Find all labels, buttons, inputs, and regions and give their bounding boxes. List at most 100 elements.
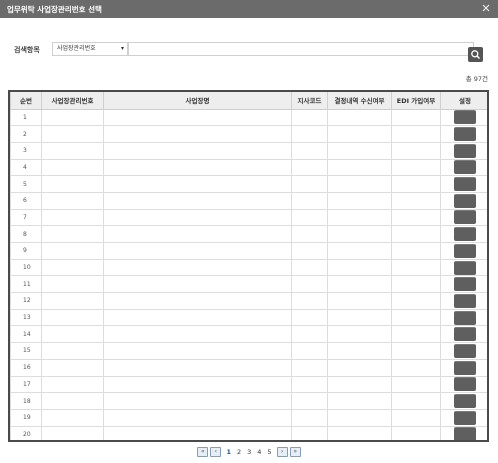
- table-row[interactable]: 5: [10, 175, 487, 193]
- row-setting-button[interactable]: [454, 260, 476, 275]
- cell-result-receive: [327, 225, 392, 243]
- page-number[interactable]: 5: [267, 448, 271, 456]
- next-page-button[interactable]: ›: [276, 447, 288, 457]
- last-page-button[interactable]: »: [289, 447, 301, 457]
- page-number[interactable]: 2: [237, 448, 241, 456]
- cell-edi-join: [391, 242, 441, 260]
- table-row[interactable]: 8: [10, 225, 487, 243]
- cell-result-receive: [327, 275, 392, 294]
- row-setting-button[interactable]: [454, 410, 476, 425]
- table-row[interactable]: 2: [10, 125, 487, 143]
- table-row[interactable]: 9: [10, 242, 487, 260]
- row-setting-button[interactable]: [454, 193, 476, 208]
- col-header-mgmt-no: 사업장관리번호: [41, 92, 104, 110]
- table-row[interactable]: 17: [10, 375, 487, 394]
- cell-branch-code: [291, 308, 328, 327]
- row-setting-button[interactable]: [454, 143, 476, 158]
- table-row[interactable]: 7: [10, 208, 487, 227]
- cell-mgmt-no: [41, 141, 104, 160]
- close-icon[interactable]: [480, 2, 492, 14]
- cell-setting: [440, 292, 487, 310]
- table-row[interactable]: 20: [10, 425, 487, 440]
- row-setting-button[interactable]: [454, 343, 476, 358]
- row-setting-button[interactable]: [454, 293, 476, 308]
- col-header-branch-code: 지사코드: [291, 92, 328, 110]
- col-header-biz-name: 사업장명: [103, 92, 292, 110]
- cell-setting: [440, 258, 487, 277]
- row-setting-button[interactable]: [454, 243, 476, 258]
- search-input[interactable]: [128, 42, 474, 56]
- page-number[interactable]: 3: [247, 448, 251, 456]
- table-row[interactable]: 11: [10, 275, 487, 294]
- page-number[interactable]: 1: [226, 448, 231, 456]
- cell-result-receive: [327, 208, 392, 227]
- col-header-edi-join: EDI 가입여부: [391, 92, 441, 110]
- row-setting-button[interactable]: [454, 110, 476, 125]
- table-row[interactable]: 13: [10, 308, 487, 327]
- table-row[interactable]: 1: [10, 108, 487, 127]
- row-setting-button[interactable]: [454, 277, 476, 292]
- row-setting-button[interactable]: [454, 310, 476, 325]
- table-row[interactable]: 19: [10, 408, 487, 427]
- cell-seq: 19: [10, 408, 42, 427]
- row-setting-button[interactable]: [454, 210, 476, 225]
- cell-branch-code: [291, 258, 328, 277]
- cell-branch-code: [291, 325, 328, 344]
- table-row[interactable]: 12: [10, 292, 487, 310]
- row-setting-button[interactable]: [454, 427, 476, 440]
- table-row[interactable]: 6: [10, 191, 487, 210]
- table-row[interactable]: 4: [10, 158, 487, 177]
- cell-result-receive: [327, 242, 392, 260]
- row-setting-button[interactable]: [454, 377, 476, 392]
- cell-mgmt-no: [41, 275, 104, 294]
- cell-edi-join: [391, 325, 441, 344]
- cell-branch-code: [291, 408, 328, 427]
- table-row[interactable]: 18: [10, 392, 487, 410]
- cell-mgmt-no: [41, 408, 104, 427]
- cell-seq: 20: [10, 425, 42, 440]
- cell-mgmt-no: [41, 158, 104, 177]
- cell-setting: [440, 342, 487, 360]
- cell-edi-join: [391, 225, 441, 243]
- results-grid: 순번 사업장관리번호 사업장명 지사코드 결정내역 수신여부 EDI 가입여부 …: [8, 90, 489, 442]
- cell-result-receive: [327, 258, 392, 277]
- table-row[interactable]: 3: [10, 141, 487, 160]
- table-row[interactable]: 16: [10, 358, 487, 377]
- cell-edi-join: [391, 191, 441, 210]
- cell-seq: 18: [10, 392, 42, 410]
- cell-biz-name: [103, 141, 292, 160]
- table-row[interactable]: 14: [10, 325, 487, 344]
- cell-edi-join: [391, 392, 441, 410]
- prev-page-button[interactable]: ‹: [210, 447, 222, 457]
- row-setting-button[interactable]: [454, 127, 476, 142]
- cell-branch-code: [291, 242, 328, 260]
- cell-setting: [440, 175, 487, 193]
- cell-biz-name: [103, 408, 292, 427]
- row-setting-button[interactable]: [454, 227, 476, 242]
- search-field-select[interactable]: 사업장관리번호 ▾: [52, 42, 128, 56]
- cell-seq: 11: [10, 275, 42, 294]
- cell-biz-name: [103, 108, 292, 127]
- cell-branch-code: [291, 275, 328, 294]
- cell-result-receive: [327, 408, 392, 427]
- cell-biz-name: [103, 175, 292, 193]
- cell-setting: [440, 275, 487, 294]
- cell-branch-code: [291, 342, 328, 360]
- page-number[interactable]: 4: [257, 448, 261, 456]
- row-setting-button[interactable]: [454, 160, 476, 175]
- row-setting-button[interactable]: [454, 360, 476, 375]
- cell-mgmt-no: [41, 375, 104, 394]
- cell-mgmt-no: [41, 308, 104, 327]
- table-row[interactable]: 10: [10, 258, 487, 277]
- row-setting-button[interactable]: [454, 394, 476, 409]
- first-page-button[interactable]: «: [197, 447, 209, 457]
- cell-setting: [440, 308, 487, 327]
- cell-edi-join: [391, 258, 441, 277]
- row-setting-button[interactable]: [454, 327, 476, 342]
- cell-result-receive: [327, 375, 392, 394]
- search-button[interactable]: [468, 47, 483, 62]
- cell-seq: 9: [10, 242, 42, 260]
- table-row[interactable]: 15: [10, 342, 487, 360]
- row-setting-button[interactable]: [454, 177, 476, 192]
- cell-mgmt-no: [41, 208, 104, 227]
